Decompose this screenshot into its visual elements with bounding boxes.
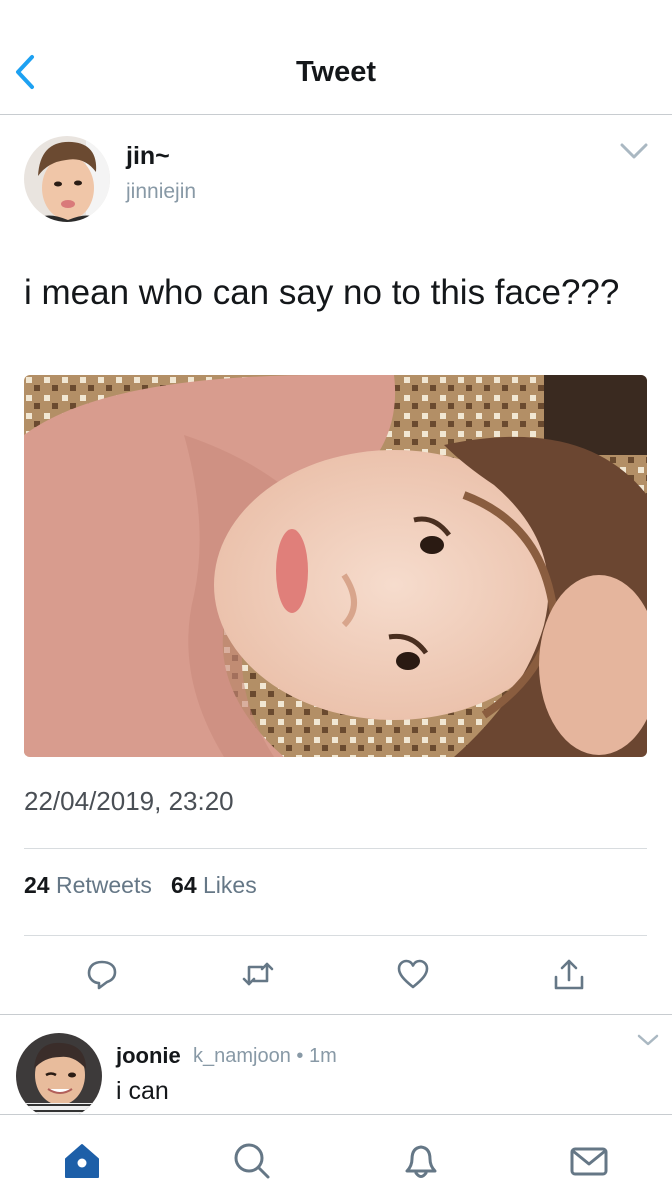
reply-handle-text[interactable]: k_namjoon bbox=[193, 1045, 291, 1067]
reply-time: • 1m bbox=[296, 1045, 337, 1067]
reply-icon bbox=[87, 960, 117, 990]
messages-icon bbox=[570, 1147, 608, 1176]
retweet-icon bbox=[242, 962, 274, 986]
reply-author-name[interactable]: joonie bbox=[116, 1043, 181, 1069]
top-bar: Tweet bbox=[0, 0, 672, 115]
retweets-count: 24 bbox=[24, 872, 50, 898]
tweet-text: i mean who can say no to this face??? bbox=[24, 273, 620, 312]
tab-messages[interactable] bbox=[567, 1139, 611, 1183]
like-button[interactable] bbox=[395, 956, 431, 992]
chevron-down-icon bbox=[620, 143, 648, 159]
share-button[interactable] bbox=[551, 956, 587, 992]
likes-count: 64 bbox=[171, 872, 197, 898]
notifications-icon bbox=[405, 1145, 437, 1178]
tweet-photo[interactable] bbox=[24, 375, 647, 757]
divider bbox=[0, 1014, 672, 1015]
tweet-timestamp: 22/04/2019, 23:20 bbox=[24, 786, 234, 816]
reply-author-handle: k_namjoon • 1m bbox=[193, 1045, 337, 1068]
likes-label: Likes bbox=[203, 872, 257, 898]
tweet-menu-button[interactable] bbox=[618, 140, 650, 162]
chevron-down-icon bbox=[637, 1034, 659, 1046]
likes-stat[interactable]: 64 Likes bbox=[171, 872, 257, 898]
bottom-tab-bar bbox=[0, 1114, 672, 1201]
reply-avatar[interactable] bbox=[16, 1033, 102, 1119]
divider bbox=[24, 848, 647, 849]
retweets-label: Retweets bbox=[55, 872, 152, 898]
author-name[interactable]: jin~ bbox=[126, 142, 170, 171]
tab-home[interactable] bbox=[60, 1139, 104, 1183]
heart-icon bbox=[397, 959, 429, 989]
retweet-button[interactable] bbox=[240, 956, 276, 992]
tab-search[interactable] bbox=[230, 1139, 274, 1183]
retweets-stat[interactable]: 24 Retweets bbox=[24, 872, 152, 898]
tab-notifications[interactable] bbox=[399, 1139, 443, 1183]
reply-menu-button[interactable] bbox=[636, 1033, 660, 1047]
reply-text: i can bbox=[116, 1077, 169, 1105]
reply-button[interactable] bbox=[84, 956, 120, 992]
page-title: Tweet bbox=[295, 56, 377, 88]
author-handle[interactable]: jinniejin bbox=[126, 180, 196, 204]
home-icon bbox=[65, 1144, 99, 1178]
share-icon bbox=[554, 959, 584, 990]
author-avatar[interactable] bbox=[24, 136, 110, 222]
search-icon bbox=[234, 1143, 270, 1179]
tweet-stats: 24 Retweets 64 Likes bbox=[24, 872, 257, 899]
divider bbox=[24, 935, 647, 936]
